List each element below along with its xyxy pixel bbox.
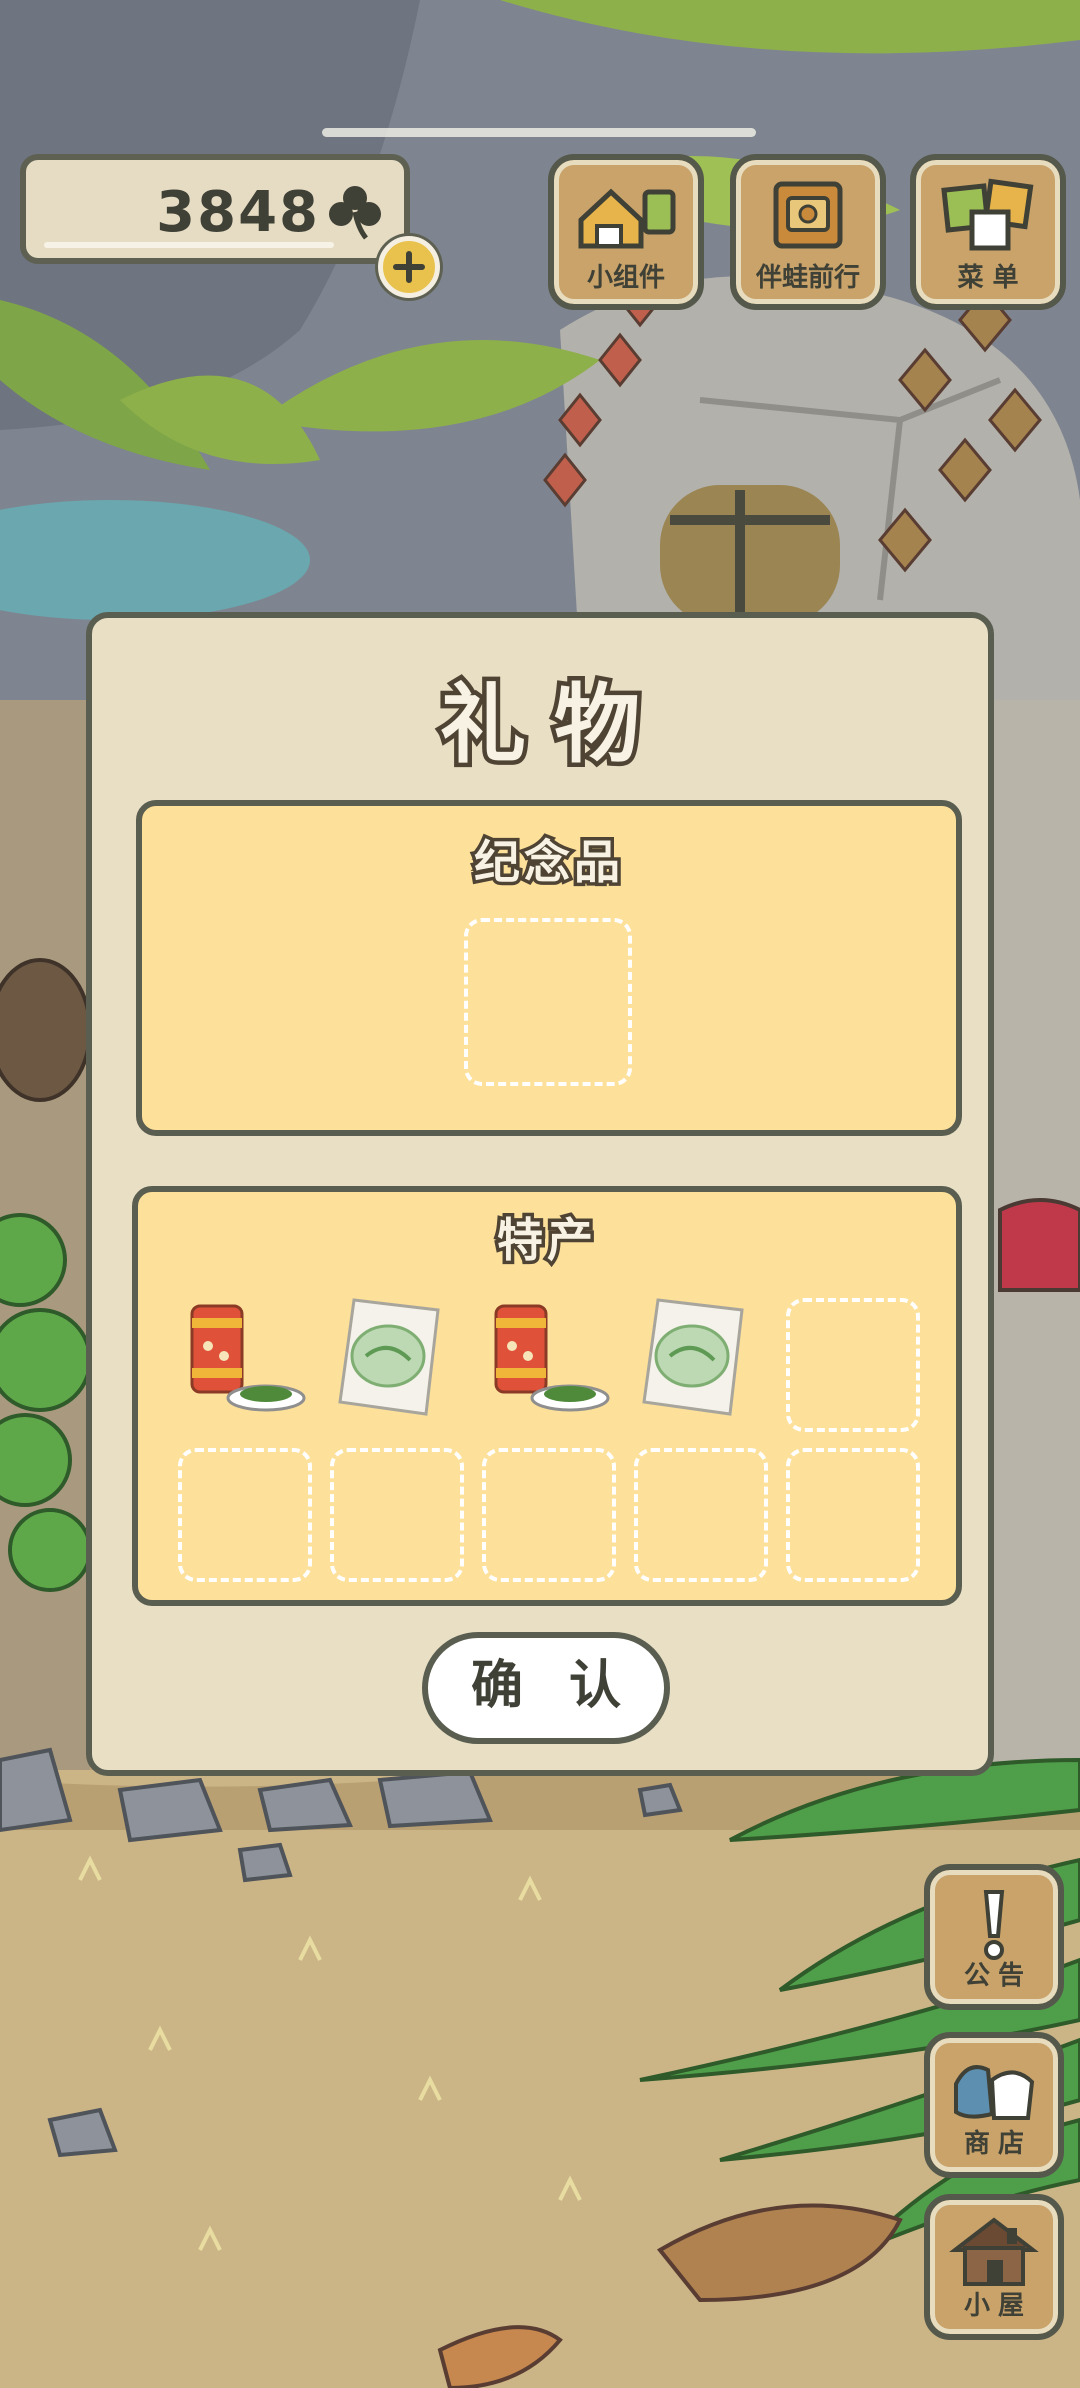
specialty-item-seaweed-bag-1[interactable]: [330, 1290, 454, 1420]
counter-underline: [44, 242, 334, 248]
specialty-slot-empty[interactable]: [482, 1448, 616, 1582]
dialog-title: 礼物: [436, 671, 668, 780]
souvenir-section-title: 纪念品: [471, 832, 624, 893]
clover-icon: [329, 186, 381, 240]
travel-with-frog-button[interactable]: 伴蛙前行: [730, 154, 886, 310]
notice-button[interactable]: 公告: [924, 1864, 1064, 2010]
specialty-slot-empty[interactable]: [786, 1298, 920, 1432]
album-icon: [773, 181, 843, 249]
specialty-item-tea-can-2[interactable]: [482, 1298, 612, 1418]
seaweed-bag-icon: [338, 1298, 440, 1416]
shop-button[interactable]: 商店: [924, 2032, 1064, 2178]
specialty-slot-empty[interactable]: [634, 1448, 768, 1582]
specialty-item-tea-can-1[interactable]: [178, 1298, 308, 1418]
canned-tea-with-snack-icon: [494, 1304, 610, 1412]
menu-cards-icon: [941, 178, 1034, 251]
game-screen: 3848 小组件 伴蛙前行 菜 单 礼物 纪念品 特产 确 认 公告 商店 小屋: [0, 0, 1080, 2388]
widgets-button[interactable]: 小组件: [548, 154, 704, 310]
specialty-item-seaweed-bag-2[interactable]: [634, 1290, 758, 1420]
house-icon: [949, 2217, 1039, 2286]
specialty-section: 特产: [132, 1186, 962, 1606]
specialty-slot-empty[interactable]: [786, 1448, 920, 1582]
confirm-button[interactable]: 确 认: [422, 1632, 670, 1744]
widgets-icon: [578, 188, 676, 249]
menu-button[interactable]: 菜 单: [910, 154, 1066, 310]
specialty-slot-empty[interactable]: [178, 1448, 312, 1582]
seaweed-bag-icon: [642, 1298, 744, 1416]
menu-label: 菜 单: [957, 263, 1019, 293]
canned-tea-with-snack-icon: [190, 1304, 306, 1412]
specialty-section-title: 特产: [494, 1210, 597, 1271]
add-clover-button[interactable]: [378, 236, 440, 298]
specialty-slot-empty[interactable]: [330, 1448, 464, 1582]
house-button[interactable]: 小屋: [924, 2194, 1064, 2340]
clover-counter: 3848: [20, 154, 410, 264]
gift-dialog: 礼物 纪念品 特产 确 认: [86, 612, 994, 1776]
shop-label: 商店: [963, 2129, 1032, 2159]
widgets-label: 小组件: [586, 263, 665, 293]
house-label: 小屋: [963, 2291, 1032, 2321]
souvenir-slot-empty[interactable]: [464, 918, 632, 1086]
travel-with-frog-label: 伴蛙前行: [755, 263, 860, 293]
exclamation-icon: [983, 1890, 1005, 1960]
notice-label: 公告: [963, 1961, 1032, 1991]
souvenir-section: 纪念品: [136, 800, 962, 1136]
plus-icon: [393, 251, 425, 283]
home-indicator: [322, 128, 756, 137]
clover-count: 3848: [156, 180, 320, 245]
shop-bags-icon: [954, 2065, 1035, 2120]
